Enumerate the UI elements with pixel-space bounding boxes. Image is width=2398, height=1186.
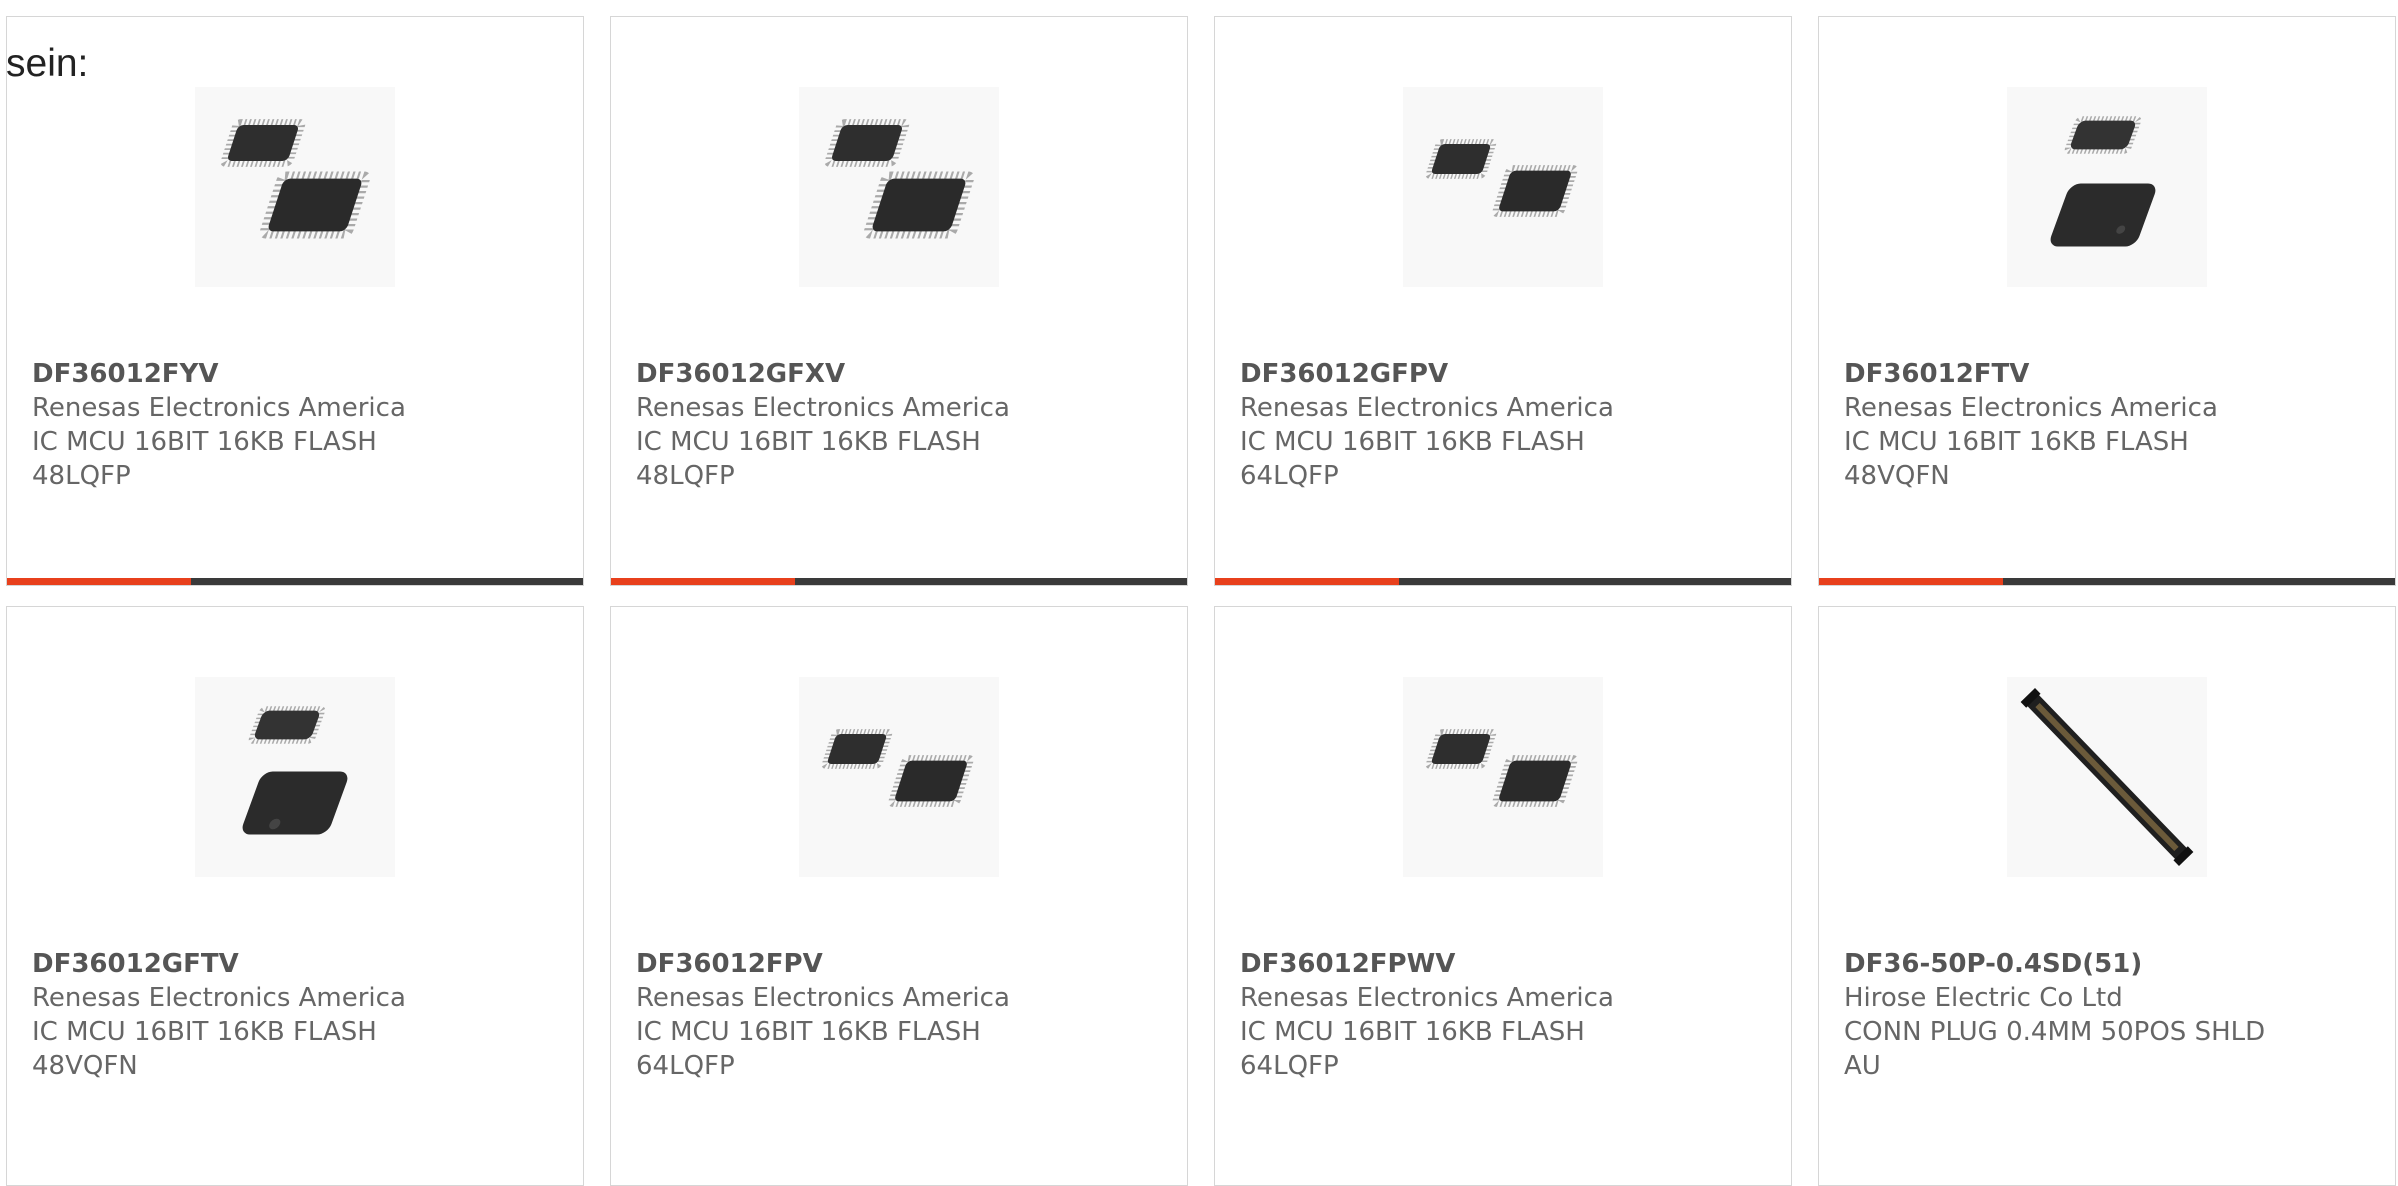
- product-description: CONN PLUG 0.4MM 50POS SHLD AU: [1844, 1017, 2266, 1081]
- product-description: IC MCU 16BIT 16KB FLASH 48LQFP: [636, 427, 981, 491]
- product-description: IC MCU 16BIT 16KB FLASH 64LQFP: [1240, 1017, 1585, 1081]
- manufacturer-name: Renesas Electronics America: [1844, 393, 2218, 423]
- two-qfp-chips-icon: [1425, 139, 1578, 217]
- product-description: IC MCU 16BIT 16KB FLASH 48VQFN: [1844, 427, 2189, 491]
- two-qfp-chips-icon: [824, 119, 975, 239]
- product-description: IC MCU 16BIT 16KB FLASH 64LQFP: [636, 1017, 981, 1081]
- product-description: IC MCU 16BIT 16KB FLASH 48LQFP: [32, 427, 377, 491]
- product-card[interactable]: DF36012FPV Renesas Electronics America I…: [610, 606, 1188, 1186]
- manufacturer-name: Renesas Electronics America: [1240, 983, 1614, 1013]
- manufacturer-name: Hirose Electric Co Ltd: [1844, 983, 2123, 1013]
- part-number-link[interactable]: DF36012GFXV: [636, 357, 1176, 391]
- manufacturer-name: Renesas Electronics America: [32, 983, 406, 1013]
- product-card[interactable]: DF36-50P-0.4SD(51) Hirose Electric Co Lt…: [1818, 606, 2396, 1186]
- product-image[interactable]: [195, 87, 395, 287]
- intro-text: sein:: [6, 42, 89, 85]
- product-image[interactable]: [1403, 677, 1603, 877]
- manufacturer-name: Renesas Electronics America: [32, 393, 406, 423]
- progress-bar: [611, 578, 1187, 585]
- product-image[interactable]: [2007, 677, 2207, 877]
- part-number-link[interactable]: DF36012GFPV: [1240, 357, 1780, 391]
- progress-bar: [1215, 578, 1791, 585]
- qfn-chips-icon: [2050, 116, 2156, 247]
- manufacturer-name: Renesas Electronics America: [636, 393, 1010, 423]
- two-qfp-chips-icon: [821, 729, 974, 807]
- progress-fill: [611, 578, 796, 585]
- part-number-link[interactable]: DF36012FPWV: [1240, 947, 1780, 981]
- product-image[interactable]: [799, 677, 999, 877]
- progress-bar: [1819, 578, 2395, 585]
- product-image[interactable]: [195, 677, 395, 877]
- product-description: IC MCU 16BIT 16KB FLASH 64LQFP: [1240, 427, 1585, 491]
- qfn-chips-icon: [242, 706, 348, 835]
- progress-fill: [1819, 578, 2004, 585]
- part-number-link[interactable]: DF36012FTV: [1844, 357, 2384, 391]
- progress-fill: [1215, 578, 1400, 585]
- product-card[interactable]: DF36012GFXV Renesas Electronics America …: [610, 16, 1188, 586]
- product-card[interactable]: DF36012FYV Renesas Electronics America I…: [6, 16, 584, 586]
- two-qfp-chips-icon: [220, 119, 371, 239]
- progress-fill: [7, 578, 192, 585]
- product-card[interactable]: DF36012GFPV Renesas Electronics America …: [1214, 16, 1792, 586]
- two-qfp-chips-icon: [1425, 729, 1578, 807]
- manufacturer-name: Renesas Electronics America: [1240, 393, 1614, 423]
- product-card[interactable]: DF36012FPWV Renesas Electronics America …: [1214, 606, 1792, 1186]
- part-number-link[interactable]: DF36012FYV: [32, 357, 572, 391]
- connector-plug-icon: [2020, 688, 2194, 866]
- product-card[interactable]: DF36012FTV Renesas Electronics America I…: [1818, 16, 2396, 586]
- part-number-link[interactable]: DF36012FPV: [636, 947, 1176, 981]
- part-number-link[interactable]: DF36-50P-0.4SD(51): [1844, 947, 2384, 981]
- product-image[interactable]: [1403, 87, 1603, 287]
- product-card[interactable]: DF36012GFTV Renesas Electronics America …: [6, 606, 584, 1186]
- product-image[interactable]: [799, 87, 999, 287]
- manufacturer-name: Renesas Electronics America: [636, 983, 1010, 1013]
- product-description: IC MCU 16BIT 16KB FLASH 48VQFN: [32, 1017, 377, 1081]
- product-image[interactable]: [2007, 87, 2207, 287]
- progress-bar: [7, 578, 583, 585]
- part-number-link[interactable]: DF36012GFTV: [32, 947, 572, 981]
